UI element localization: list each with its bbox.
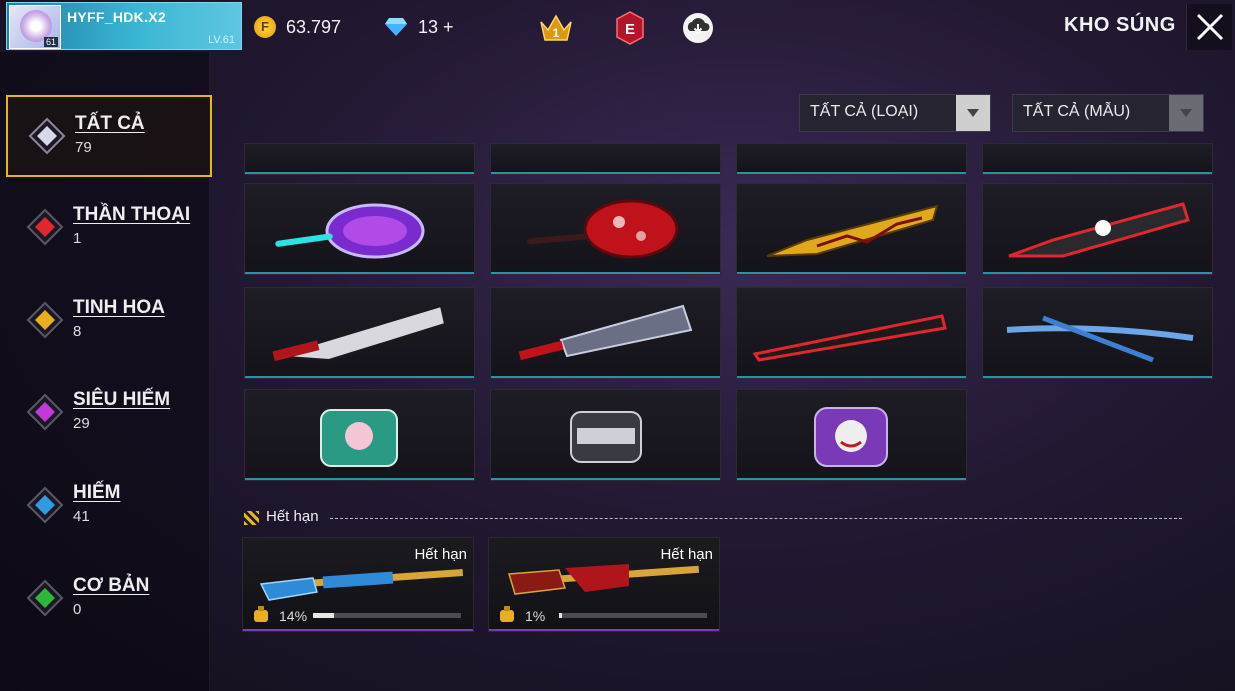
durability-fill [559, 613, 562, 618]
player-avatar: 61 [9, 5, 61, 49]
chevron-down-icon [956, 95, 990, 131]
super-rare-gem-icon [26, 393, 64, 431]
category-label: SIÊU HIẾM [73, 389, 171, 410]
gloo-wall-mvp-icon [570, 411, 642, 463]
durability-fill [313, 613, 334, 618]
gloo-wall-joker-icon [814, 407, 888, 467]
weapon-card[interactable] [244, 287, 475, 379]
rare-gem-icon [26, 486, 64, 524]
machete-red-icon [1008, 202, 1190, 258]
category-label: TINH HOA [73, 297, 165, 318]
shotgun-blue-icon [259, 569, 464, 601]
player-profile-card[interactable]: 61 HYFF_HDK.X2 LV.61 [6, 2, 242, 50]
category-count: 79 [75, 139, 92, 156]
mythic-gem-icon [26, 208, 64, 246]
category-count: 8 [73, 323, 82, 340]
elite-badge-text: E [625, 21, 635, 38]
all-rarity-gem-icon [28, 117, 66, 155]
machete-gold-icon [766, 204, 939, 257]
machete-white-icon [272, 304, 447, 362]
rank-number: 1 [553, 26, 560, 40]
close-icon [1196, 13, 1224, 41]
pan-red-icon [527, 199, 679, 259]
gloo-wall-card[interactable] [736, 389, 967, 481]
category-label: CƠ BẢN [73, 575, 150, 596]
skin-filter-dropdown[interactable]: TẤT CẢ (MẪU) [1012, 94, 1204, 132]
elite-pass-icon[interactable]: E [612, 10, 648, 46]
durability-percent: 14% [279, 608, 308, 624]
pan-purple-icon [275, 203, 425, 259]
top-bar: 61 HYFF_HDK.X2 LV.61 F 63.797 13 + 1 E K… [0, 0, 1235, 52]
gold-coin-icon: F [254, 16, 276, 38]
category-label: HIẾM [73, 482, 121, 503]
gold-bag-icon [500, 606, 514, 622]
expired-weapon-card[interactable]: Hết hạn 14% [242, 537, 474, 632]
bat-red-icon [752, 314, 947, 362]
expired-section-header: Hết hạn [244, 508, 1184, 528]
skin-filter-value: TẤT CẢ (MẪU) [1023, 103, 1131, 120]
category-super-rare[interactable]: SIÊU HIẾM 29 [6, 373, 212, 455]
epic-gem-icon [26, 301, 64, 339]
avatar-level: 61 [43, 37, 58, 47]
basic-gem-icon [26, 579, 64, 617]
divider [330, 518, 1182, 519]
weapon-card[interactable] [736, 287, 967, 379]
category-count: 41 [73, 508, 90, 525]
coin-balance: 63.797 [286, 17, 342, 37]
category-label: TẤT CẢ [75, 113, 145, 134]
diamond-balance[interactable]: 13 + [418, 17, 454, 38]
type-filter-value: TẤT CẢ (LOẠI) [810, 103, 919, 120]
weapon-card[interactable] [982, 183, 1213, 275]
category-mythic[interactable]: THẦN THOẠI 1 [6, 188, 212, 270]
category-count: 1 [73, 230, 82, 247]
chevron-down-icon [1169, 95, 1203, 131]
category-rare[interactable]: HIẾM 41 [6, 466, 212, 548]
player-level: LV.61 [208, 34, 235, 46]
category-count: 29 [73, 415, 90, 432]
rank-crown-icon[interactable]: 1 [538, 10, 574, 46]
diamond-count: 13 [418, 17, 439, 37]
durability-bar [559, 613, 707, 618]
expired-weapon-card[interactable]: Hết hạn 1% [488, 537, 720, 632]
cleaver-icon [518, 304, 693, 361]
gloo-wall-bunny-icon [320, 409, 398, 467]
type-filter-dropdown[interactable]: TẤT CẢ (LOẠI) [799, 94, 991, 132]
category-count: 0 [73, 601, 82, 618]
player-name: HYFF_HDK.X2 [67, 9, 166, 25]
page-title: KHO SÚNG [1064, 14, 1176, 36]
category-basic[interactable]: CƠ BẢN 0 [6, 559, 212, 641]
diamond-icon [385, 18, 407, 36]
weapon-card[interactable] [490, 183, 721, 275]
category-all[interactable]: TẤT CẢ 79 [6, 95, 212, 177]
weapon-card[interactable] [244, 183, 475, 275]
katana-blue-icon [1006, 315, 1194, 363]
hazard-stripe-icon [244, 511, 259, 525]
category-epic[interactable]: TINH HOA 8 [6, 281, 212, 363]
weapon-card[interactable] [982, 287, 1213, 379]
weapon-card[interactable] [736, 183, 967, 275]
durability-percent: 1% [525, 608, 546, 624]
category-label: THẦN THOẠI [73, 204, 191, 225]
weapon-card-partial[interactable] [736, 143, 967, 175]
add-diamond-button[interactable]: + [443, 17, 454, 37]
expired-section-label: Hết hạn [266, 508, 319, 525]
close-button[interactable] [1186, 4, 1232, 50]
gold-bag-icon [254, 606, 268, 622]
weapon-card[interactable] [490, 287, 721, 379]
gloo-wall-card[interactable] [490, 389, 721, 481]
cloud-download-icon[interactable] [680, 10, 716, 46]
weapon-card-partial[interactable] [244, 143, 475, 175]
durability-bar [313, 613, 461, 618]
weapon-card-partial[interactable] [490, 143, 721, 175]
gloo-wall-card[interactable] [244, 389, 475, 481]
shotgun-red-icon [508, 564, 700, 595]
weapon-card-partial[interactable] [982, 143, 1213, 175]
